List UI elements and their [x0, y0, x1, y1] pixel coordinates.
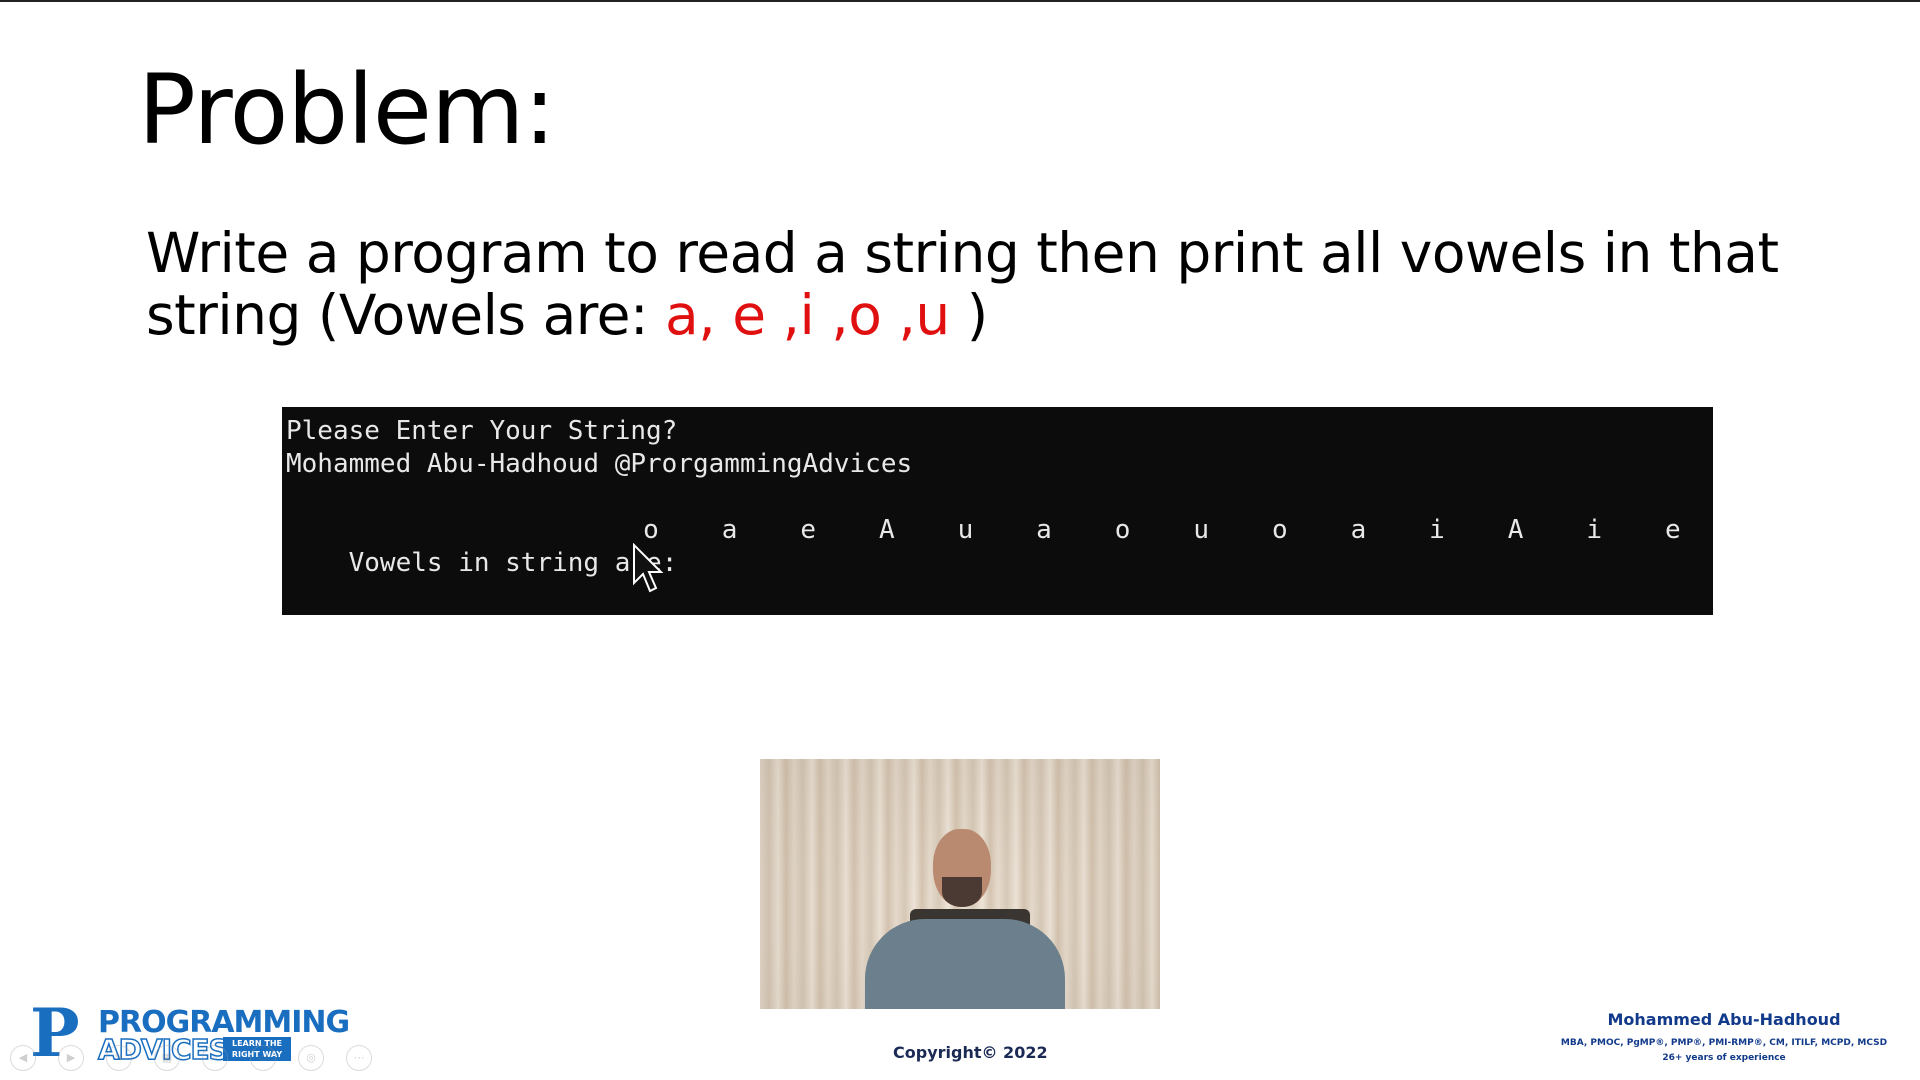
slides-grid-icon[interactable]: ▦ [154, 1045, 180, 1071]
author-experience: 26+ years of experience [1662, 1053, 1786, 1063]
console-result-label: Vowels in string are: [348, 548, 678, 578]
vowel-item: u [1193, 515, 1210, 545]
top-border [0, 0, 1920, 2]
subtitles-icon[interactable]: ▭ [250, 1045, 276, 1071]
vowel-item: o [1271, 515, 1288, 545]
console-input: Mohammed Abu-Hadhoud @ProrgammingAdvices [286, 449, 913, 479]
vowel-item: e [800, 515, 817, 545]
zoom-icon[interactable]: ⌕ [202, 1045, 228, 1071]
vowel-item: i [1586, 515, 1603, 545]
author-block: Mohammed Abu-Hadhoud MBA, PMOC, PgMP®, P… [1554, 1010, 1894, 1063]
vowel-item: i [1429, 515, 1445, 545]
console-blank [286, 481, 1709, 514]
pointer-icon[interactable]: ◎ [298, 1045, 324, 1071]
vowels-highlight: a, e ,i ,o ,u [665, 283, 950, 347]
vowel-item: u [957, 515, 974, 545]
problem-text-close: ) [949, 283, 988, 347]
pen-icon[interactable]: ✎ [106, 1045, 132, 1071]
problem-text-line1: Write a program to read a string then pr… [146, 221, 1779, 285]
slide-controls: ◀ ▶ ✎ ▦ ⌕ ▭ ◎ ⋯ [10, 1045, 372, 1071]
webcam-presenter-beard [942, 877, 982, 907]
next-slide-icon[interactable]: ▶ [58, 1045, 84, 1071]
webcam-presenter-body [865, 919, 1065, 1009]
copyright-text: Copyright© 2022 [893, 1043, 1048, 1062]
mouse-cursor-icon [633, 543, 664, 593]
more-options-icon[interactable]: ⋯ [346, 1045, 372, 1071]
console-prompt: Please Enter Your String? [286, 416, 678, 446]
vowel-item: o [1114, 515, 1131, 545]
author-credentials: MBA, PMOC, PgMP®, PMP®, PMI-RMP®, CM, IT… [1560, 1038, 1888, 1048]
vowel-item: a [1036, 515, 1052, 545]
vowel-item: a [1350, 515, 1367, 545]
problem-text-line2: string (Vowels are: [146, 283, 666, 347]
vowel-item: A [878, 515, 895, 545]
problem-statement: Write a program to read a string then pr… [146, 222, 1786, 346]
vowel-item: A [1507, 515, 1524, 545]
prev-slide-icon[interactable]: ◀ [10, 1045, 36, 1071]
console-window: Please Enter Your String? Mohammed Abu-H… [282, 407, 1713, 615]
vowel-item: e [1664, 515, 1681, 545]
webcam-video [760, 759, 1160, 1009]
vowel-item: a [721, 515, 738, 545]
slide-title: Problem: [138, 54, 556, 166]
author-name: Mohammed Abu-Hadhoud [1607, 1010, 1841, 1029]
console-result-line: Vowels in string are: oaeAuaouoaiAie [286, 514, 1709, 578]
